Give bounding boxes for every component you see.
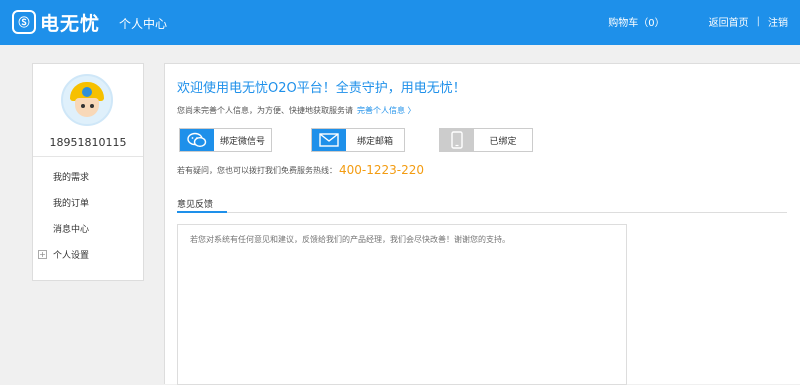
- profile-notice: 您尚未完善个人信息，为方便、快捷地获取服务请 完善个人信息 〉: [177, 105, 416, 116]
- avatar[interactable]: [61, 74, 113, 126]
- logout-link[interactable]: 注销: [768, 14, 788, 29]
- page-subtitle: 个人中心: [119, 17, 168, 31]
- bound-phone-label: 已绑定: [489, 136, 517, 147]
- sidebar-item-messages[interactable]: 消息中心: [53, 222, 89, 235]
- bind-wechat-button[interactable]: 绑定微信号: [179, 128, 272, 152]
- tab-divider: [177, 212, 787, 213]
- complete-profile-link[interactable]: 完善个人信息 〉: [357, 106, 416, 115]
- mail-icon: [312, 129, 346, 151]
- eye-graphic: [90, 104, 94, 108]
- welcome-banner: 欢迎使用电无忧O2O平台！全责守护，用电无忧！: [177, 81, 466, 96]
- logo[interactable]: Ⓢ 电无忧: [12, 8, 100, 36]
- user-phone: 18951810115: [49, 136, 127, 149]
- sidebar-item-my-needs[interactable]: 我的需求: [53, 170, 89, 183]
- logo-text: 电无忧: [40, 12, 101, 35]
- bind-email-button[interactable]: 绑定邮箱: [311, 128, 405, 152]
- feedback-textarea[interactable]: [177, 224, 627, 385]
- wechat-icon: [180, 129, 214, 151]
- profile-notice-text: 您尚未完善个人信息，为方便、快捷地获取服务请: [177, 106, 353, 115]
- helmet-logo-icon: [82, 87, 92, 97]
- main-panel: 欢迎使用电无忧O2O平台！全责守护，用电无忧！ 您尚未完善个人信息，为方便、快捷…: [164, 63, 800, 385]
- sidebar: 18951810115 我的需求 我的订单 消息中心 + 个人设置: [32, 63, 144, 281]
- home-link[interactable]: 返回首页: [709, 14, 749, 29]
- face-graphic: [75, 98, 99, 117]
- tab-active-indicator: [177, 211, 227, 213]
- hotline-text: 若有疑问，您也可以拨打我们免费服务热线：: [177, 165, 337, 175]
- sidebar-item-my-orders[interactable]: 我的订单: [53, 196, 89, 209]
- phone-icon: [440, 129, 474, 151]
- eye-graphic: [81, 104, 85, 108]
- bound-phone-button[interactable]: 已绑定: [439, 128, 533, 152]
- top-navigation-bar: Ⓢ 电无忧 个人中心 购物车（0） 返回首页 | 注销: [0, 0, 800, 45]
- cart-link[interactable]: 购物车（0）: [608, 14, 664, 29]
- bind-wechat-label: 绑定微信号: [219, 136, 265, 147]
- link-separator: |: [756, 16, 760, 27]
- tab-feedback[interactable]: 意见反馈: [177, 197, 213, 210]
- hotline-number: 400-1223-220: [339, 163, 425, 177]
- expand-plus-icon[interactable]: +: [38, 250, 47, 259]
- hotline-info: 若有疑问，您也可以拨打我们免费服务热线： 400-1223-220: [177, 163, 424, 177]
- top-right-links: 购物车（0） 返回首页 | 注销: [608, 14, 788, 29]
- bind-email-label: 绑定邮箱: [356, 136, 393, 147]
- sidebar-divider: [33, 156, 143, 157]
- sidebar-item-settings[interactable]: 个人设置: [53, 248, 89, 261]
- logo-mark-icon: Ⓢ: [12, 10, 36, 34]
